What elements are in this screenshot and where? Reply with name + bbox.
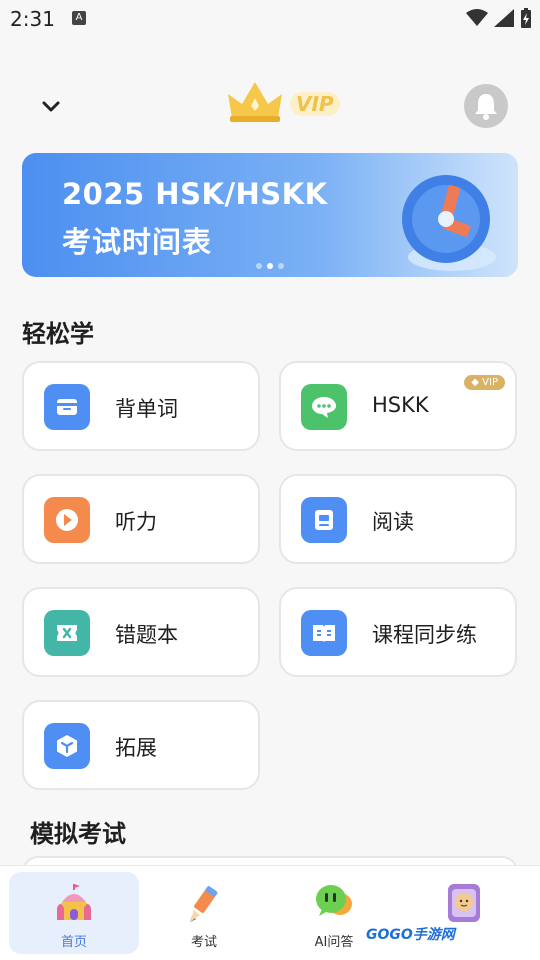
feature-card-mistakes[interactable]: 错题本: [22, 587, 260, 677]
notification-icon: A: [72, 11, 86, 25]
battery-icon: [521, 8, 531, 28]
crown-icon: [228, 82, 282, 122]
feature-card-extension[interactable]: 拓展: [22, 700, 260, 790]
feature-label: 拓展: [115, 736, 157, 760]
vip-logo[interactable]: VIP: [224, 80, 340, 126]
feature-card-listening[interactable]: 听力: [22, 474, 260, 564]
section-title-easy-learn: 轻松学: [22, 320, 94, 348]
ai-chat-icon: [316, 885, 352, 916]
feature-card-reading[interactable]: 阅读: [279, 474, 517, 564]
wifi-icon: [466, 9, 488, 26]
pencil-icon: [190, 886, 218, 922]
tab-home[interactable]: 首页: [9, 872, 139, 954]
clock-illustration-icon: [402, 175, 496, 271]
wrong-notebook-icon: [44, 610, 90, 656]
book-icon: [301, 610, 347, 656]
play-icon: [44, 497, 90, 543]
carousel-dot: [256, 263, 262, 269]
diamond-icon: ◆: [471, 377, 479, 388]
banner-title-line1: 2025 HSK/HSKK: [62, 177, 328, 211]
vip-text: VIP: [290, 92, 340, 116]
vip-badge: ◆ VIP: [464, 375, 505, 390]
feature-label: 错题本: [115, 623, 178, 647]
feature-label: 课程同步练: [372, 623, 477, 647]
profile-icon: [448, 884, 480, 922]
carousel-dot: [278, 263, 284, 269]
tab-label: 考试: [190, 935, 217, 950]
status-time: 2:31: [10, 7, 55, 31]
reader-icon: [301, 497, 347, 543]
feature-label: HSKK: [372, 393, 429, 417]
feature-label: 听力: [115, 510, 157, 534]
notification-bell-button[interactable]: [464, 84, 508, 128]
feature-label: 阅读: [372, 510, 414, 534]
feature-card-course-practice[interactable]: 课程同步练: [279, 587, 517, 677]
vip-badge-text: VIP: [482, 377, 498, 388]
home-castle-icon: [57, 884, 91, 920]
chevron-down-icon[interactable]: [40, 96, 62, 118]
signal-icon: [494, 9, 514, 27]
cube-icon: [44, 723, 90, 769]
bottom-tab-bar: 首页 考试 AI问答: [0, 865, 540, 960]
bell-icon: [475, 94, 497, 120]
feature-card-hskk[interactable]: HSKK ◆ VIP: [279, 361, 517, 451]
feature-label: 背单词: [115, 397, 178, 421]
carousel-indicator: [256, 263, 284, 269]
tab-label: 首页: [60, 935, 87, 950]
system-icons: [466, 8, 532, 28]
exam-schedule-banner[interactable]: 2025 HSK/HSKK 考试时间表: [22, 153, 518, 277]
chat-bubble-icon: [301, 384, 347, 430]
watermark: GOGO手游网: [366, 927, 455, 943]
banner-title-line2: 考试时间表: [62, 225, 213, 259]
feature-card-vocab[interactable]: 背单词: [22, 361, 260, 451]
status-bar: 2:31 A: [0, 0, 540, 36]
carousel-dot: [267, 263, 273, 269]
card-icon: [44, 384, 90, 430]
tab-exam[interactable]: 考试: [139, 872, 269, 954]
section-title-mock-exam: 模拟考试: [30, 820, 126, 848]
